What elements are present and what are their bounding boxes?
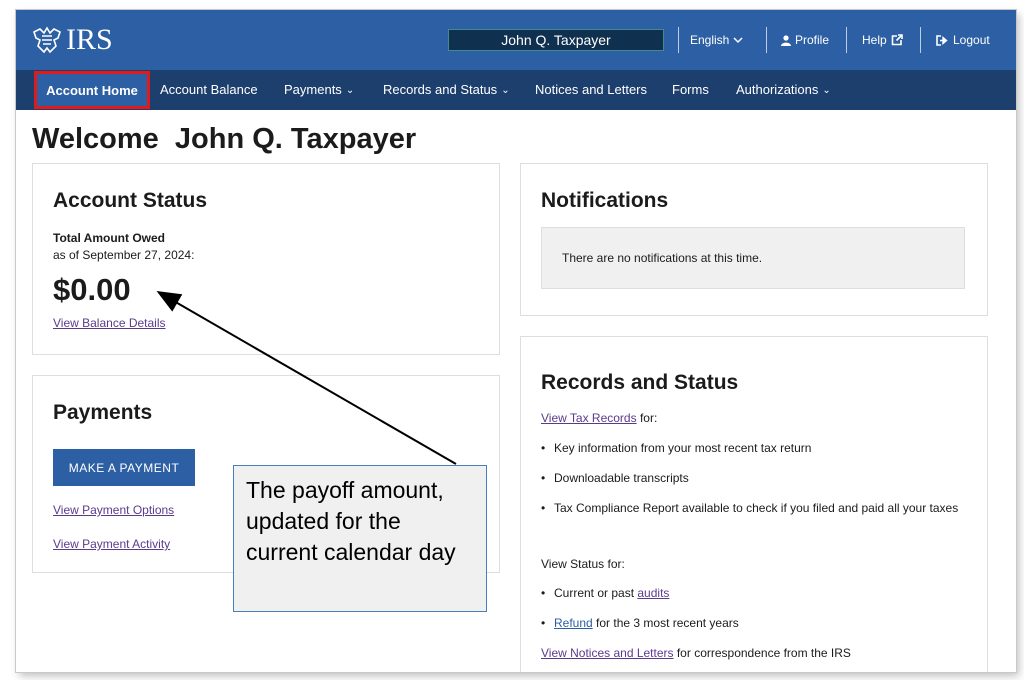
nav-payments[interactable]: Payments ⌄ [284,70,354,110]
nav-label: Notices and Letters [535,82,648,97]
refund-link[interactable]: Refund [554,616,593,630]
nav-records-and-status[interactable]: Records and Status ⌄ [383,70,510,110]
nav-label: Payments [284,82,342,97]
divider [920,27,921,53]
page-frame: IRS John Q. Taxpayer English Profile Hel… [16,10,1016,672]
divider [678,27,679,53]
list-item: Downloadable transcripts [541,469,961,488]
card-title: Payments [53,401,153,424]
chevron-down-icon: ⌄ [345,85,355,96]
chevron-down-icon: ⌄ [822,85,831,96]
nav-label: Records and Status [383,82,498,97]
help-link[interactable]: Help [862,32,903,48]
tax-records-line: View Tax Records for: [541,411,657,425]
view-balance-details-link[interactable]: View Balance Details [53,316,166,330]
audits-prefix: Current or past [554,586,638,600]
nav-authorizations[interactable]: Authorizations ⌄ [736,70,831,110]
notices-suffix: for correspondence from the IRS [673,646,851,660]
profile-link[interactable]: Profile [781,32,829,48]
logout-link[interactable]: Logout [936,32,990,48]
eagle-icon [33,26,61,54]
profile-label: Profile [795,33,830,47]
notices-line: View Notices and Letters for corresponde… [541,646,851,660]
page-title: Welcome John Q. Taxpayer [32,123,417,155]
chevron-down-icon [733,37,743,44]
annotation-callout: The payoff amount, updated for the curre… [233,465,487,612]
nav-label: Authorizations [736,82,819,97]
nav-label: Forms [672,82,709,97]
owed-date: as of September 27, 2024: [53,248,195,262]
card-title: Account Status [53,189,208,212]
nav-account-balance[interactable]: Account Balance [160,70,258,110]
tax-records-suffix: for: [636,411,658,425]
top-header: IRS John Q. Taxpayer English Profile Hel… [16,10,1016,70]
chevron-down-icon: ⌄ [501,85,510,96]
nav-label: Account Balance [160,82,258,97]
user-name-box: John Q. Taxpayer [448,29,664,51]
logout-label: Logout [953,33,990,47]
list-item: Key information from your most recent ta… [541,439,961,458]
notifications-card: Notifications There are no notifications… [520,163,988,316]
nav-notices-and-letters[interactable]: Notices and Letters [535,70,647,110]
card-title: Notifications [541,189,669,212]
view-notices-letters-link[interactable]: View Notices and Letters [541,646,674,660]
view-payment-options-link[interactable]: View Payment Options [53,503,174,517]
nav-account-home[interactable]: Account Home [34,71,150,109]
refund-suffix: for the 3 most recent years [592,616,739,630]
divider [846,27,847,53]
nav-forms[interactable]: Forms [672,70,709,110]
list-item: Refund for the 3 most recent years [541,614,961,633]
account-status-card: Account Status Total Amount Owed as of S… [32,163,500,355]
owed-label: Total Amount Owed [53,231,165,245]
irs-logo[interactable]: IRS [32,24,113,56]
main-nav: Account Home Account Balance Payments ⌄ R… [16,70,1016,110]
audits-link[interactable]: audits [637,586,669,600]
logout-icon [936,34,948,46]
view-payment-activity-link[interactable]: View Payment Activity [53,537,170,551]
help-label: Help [862,33,887,47]
amount-owed: $0.00 [53,272,131,307]
language-label: English [690,33,730,47]
make-payment-button[interactable]: MAKE A PAYMENT [53,449,195,486]
list-item: Tax Compliance Report available to check… [541,499,961,518]
records-status-card: Records and Status View Tax Records for:… [520,336,988,672]
divider [766,27,767,53]
nav-label: Account Home [46,83,138,98]
person-icon [781,34,791,46]
list-item: Current or past audits [541,584,961,603]
view-status-for: View Status for: [541,557,625,571]
language-selector[interactable]: English [690,32,743,48]
logo-text: IRS [66,23,113,56]
external-link-icon [891,34,903,46]
card-title: Records and Status [541,371,739,394]
view-tax-records-link[interactable]: View Tax Records [541,411,637,425]
no-notifications-message: There are no notifications at this time. [541,227,965,289]
